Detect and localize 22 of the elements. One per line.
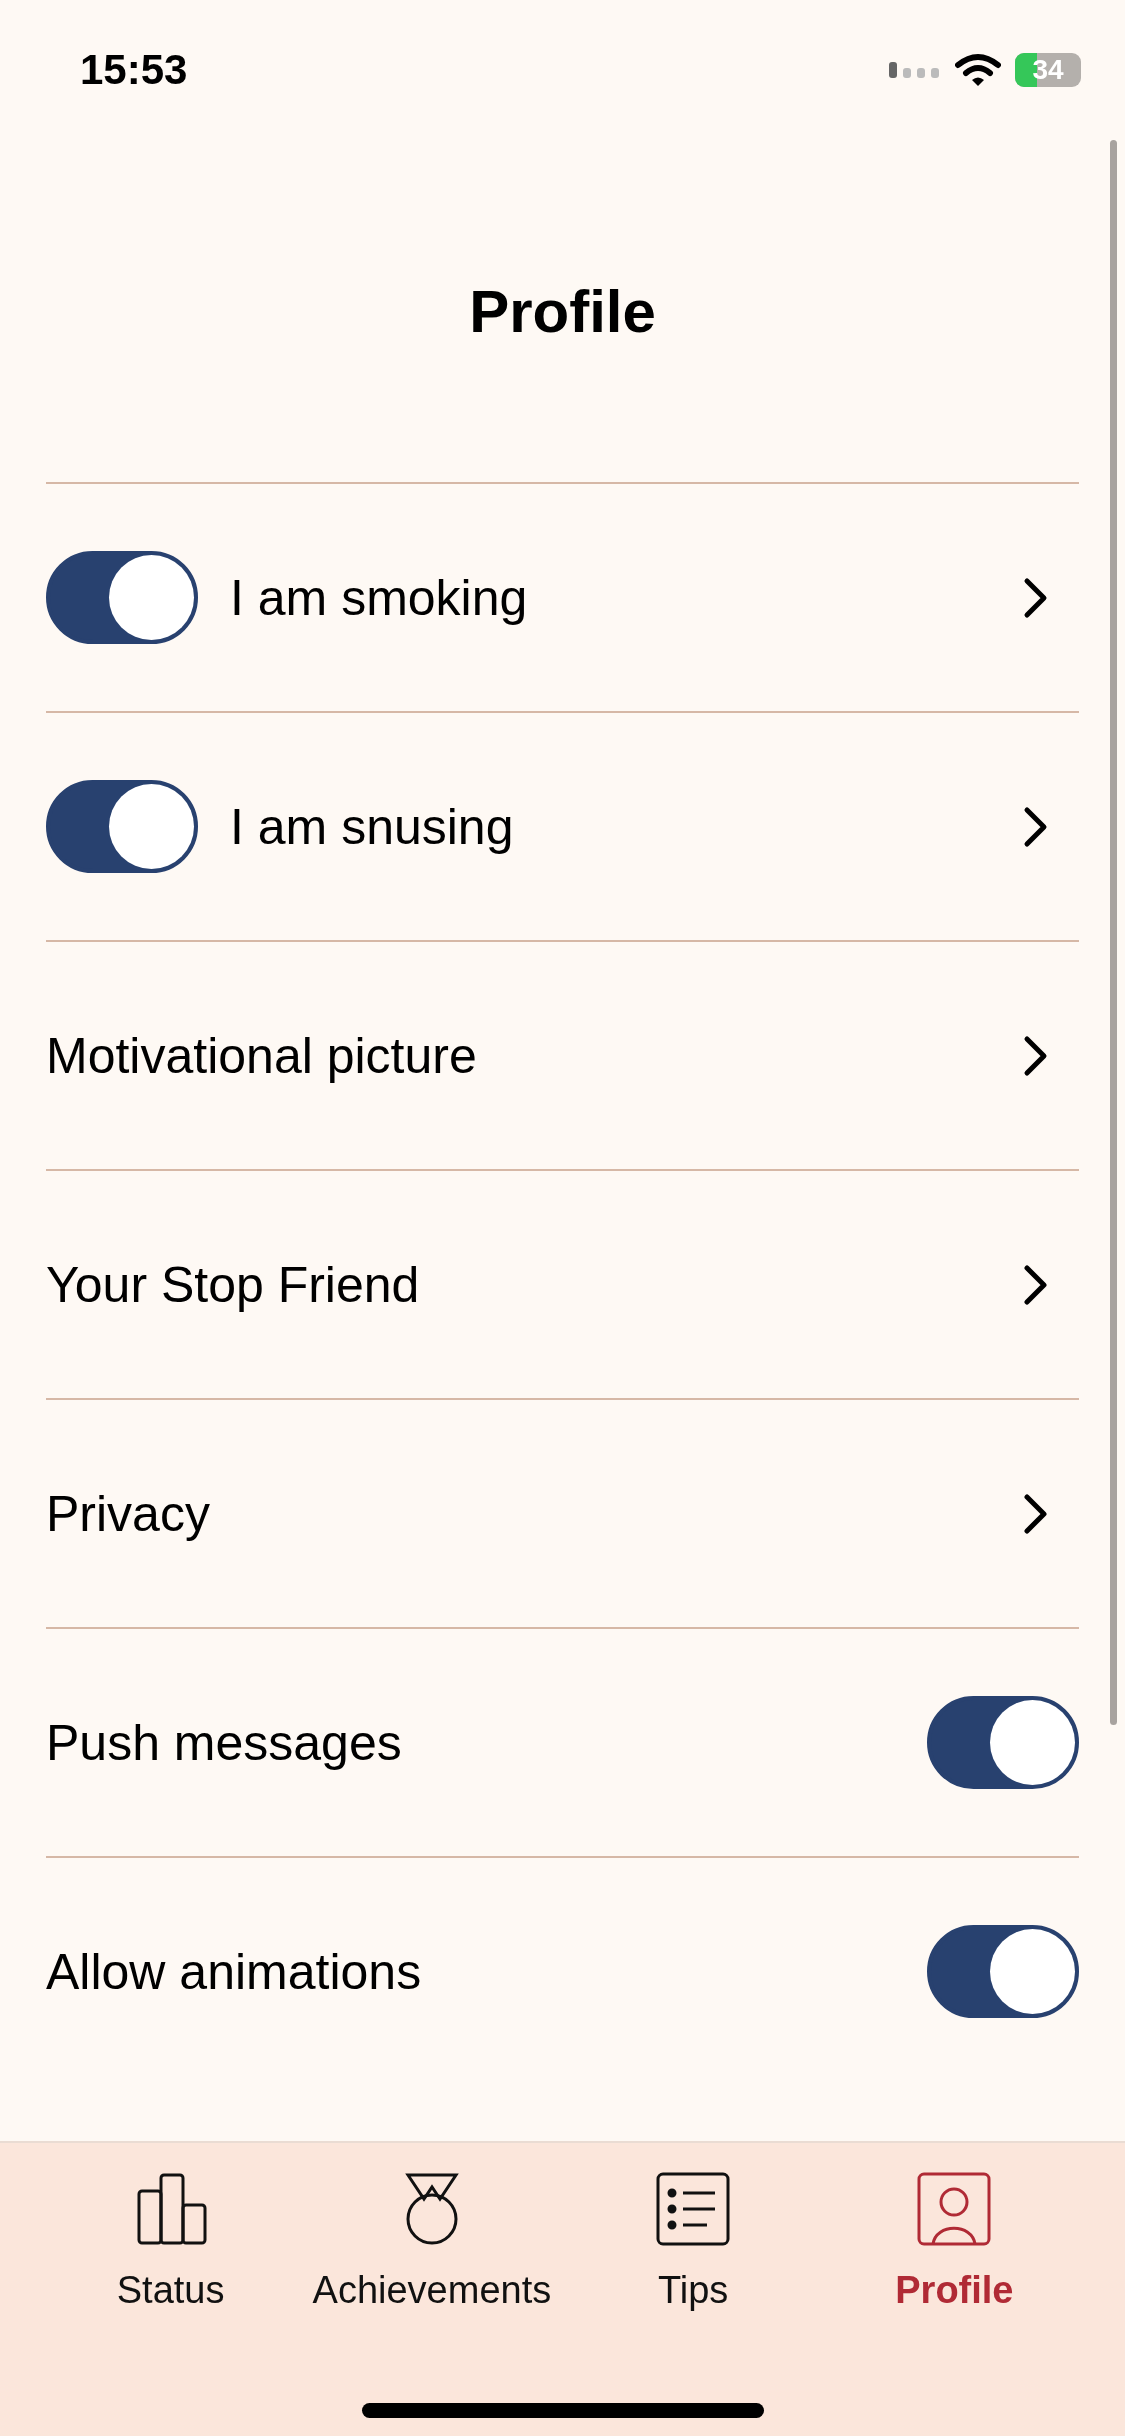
tab[interactable]: Tips	[563, 2171, 824, 2331]
page-title: Profile	[468, 276, 657, 347]
row-label: Allow animations	[46, 1942, 423, 2001]
status-time: 15:53	[80, 46, 188, 94]
chevron-right-icon	[1023, 1263, 1049, 1306]
tab[interactable]: Profile	[824, 2171, 1085, 2331]
chevron-right-icon	[1023, 1492, 1049, 1535]
chevron-right-icon	[1023, 576, 1049, 619]
wifi-icon	[955, 53, 1001, 87]
chevron-right-icon	[1023, 1034, 1049, 1077]
row-label[interactable]: Privacy	[46, 1484, 991, 1543]
row-label[interactable]: Motivational picture	[46, 1026, 991, 1085]
tab[interactable]: Status	[40, 2171, 301, 2331]
tab[interactable]: Achievements	[301, 2171, 562, 2331]
list-icon	[655, 2171, 732, 2247]
profile-icon	[916, 2171, 993, 2247]
row-label: Push messages	[46, 1713, 403, 1772]
signal-icon	[889, 60, 941, 80]
row-label[interactable]: Your Stop Friend	[46, 1255, 991, 1314]
row-label[interactable]: I am snusing	[230, 797, 991, 856]
row-label[interactable]: I am smoking	[230, 568, 991, 627]
chevron-right-icon	[1023, 805, 1049, 848]
